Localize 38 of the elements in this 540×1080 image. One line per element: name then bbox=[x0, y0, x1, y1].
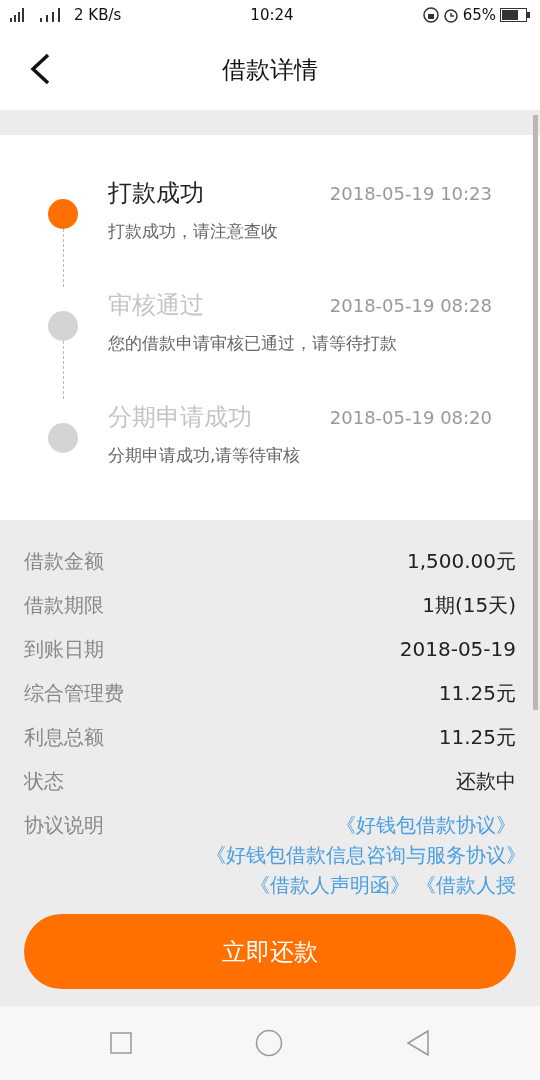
agreement-link[interactable]: 《好钱包借款信息咨询与服务协议》 bbox=[206, 843, 526, 867]
agreement-link[interactable]: 《借款人声明函》 bbox=[249, 873, 410, 897]
detail-label: 借款金额 bbox=[24, 548, 104, 575]
detail-value: 2018-05-19 bbox=[399, 636, 516, 663]
step-time: 2018-05-19 08:20 bbox=[329, 405, 492, 430]
detail-value: 还款中 bbox=[456, 768, 516, 795]
detail-label: 借款期限 bbox=[24, 592, 104, 619]
detail-value: 1期(15天) bbox=[422, 592, 516, 619]
agreement-link[interactable]: 《借款人授 bbox=[416, 873, 516, 897]
detail-label: 到账日期 bbox=[24, 636, 104, 663]
battery-percent: 65% bbox=[462, 4, 496, 26]
agreement-link[interactable]: 《好钱包借款协议》 bbox=[336, 813, 516, 837]
repay-button[interactable]: 立即还款 bbox=[24, 914, 516, 989]
clock: 10:24 bbox=[250, 4, 294, 26]
network-speed: 2 KB/s bbox=[74, 4, 122, 26]
recent-apps-icon[interactable] bbox=[109, 1032, 132, 1054]
home-icon[interactable] bbox=[255, 1029, 283, 1057]
step-title: 审核通过 bbox=[108, 290, 204, 321]
detail-value: 11.25元 bbox=[438, 680, 516, 707]
detail-label: 协议说明 bbox=[24, 812, 104, 839]
detail-label: 状态 bbox=[24, 768, 64, 795]
step-time: 2018-05-19 10:23 bbox=[329, 181, 492, 206]
rotation-lock-icon bbox=[422, 7, 439, 23]
detail-label: 利息总额 bbox=[24, 724, 104, 751]
back-nav-icon[interactable] bbox=[406, 1030, 431, 1056]
step-time: 2018-05-19 08:28 bbox=[329, 293, 492, 318]
step-description: 分期申请成功,请等待审核 bbox=[108, 444, 302, 467]
detail-label: 综合管理费 bbox=[24, 680, 124, 707]
page-title: 借款详情 bbox=[222, 55, 318, 86]
detail-value: 11.25元 bbox=[438, 724, 516, 751]
detail-value: 1,500.00元 bbox=[406, 548, 516, 575]
alarm-icon bbox=[442, 7, 459, 23]
step-description: 您的借款申请审核已通过，请等待打款 bbox=[108, 332, 398, 355]
step-title: 打款成功 bbox=[108, 178, 204, 209]
back-icon[interactable] bbox=[28, 52, 52, 86]
step-description: 打款成功，请注意查收 bbox=[108, 220, 279, 243]
battery-icon bbox=[500, 8, 530, 22]
step-title: 分期申请成功 bbox=[108, 402, 252, 433]
